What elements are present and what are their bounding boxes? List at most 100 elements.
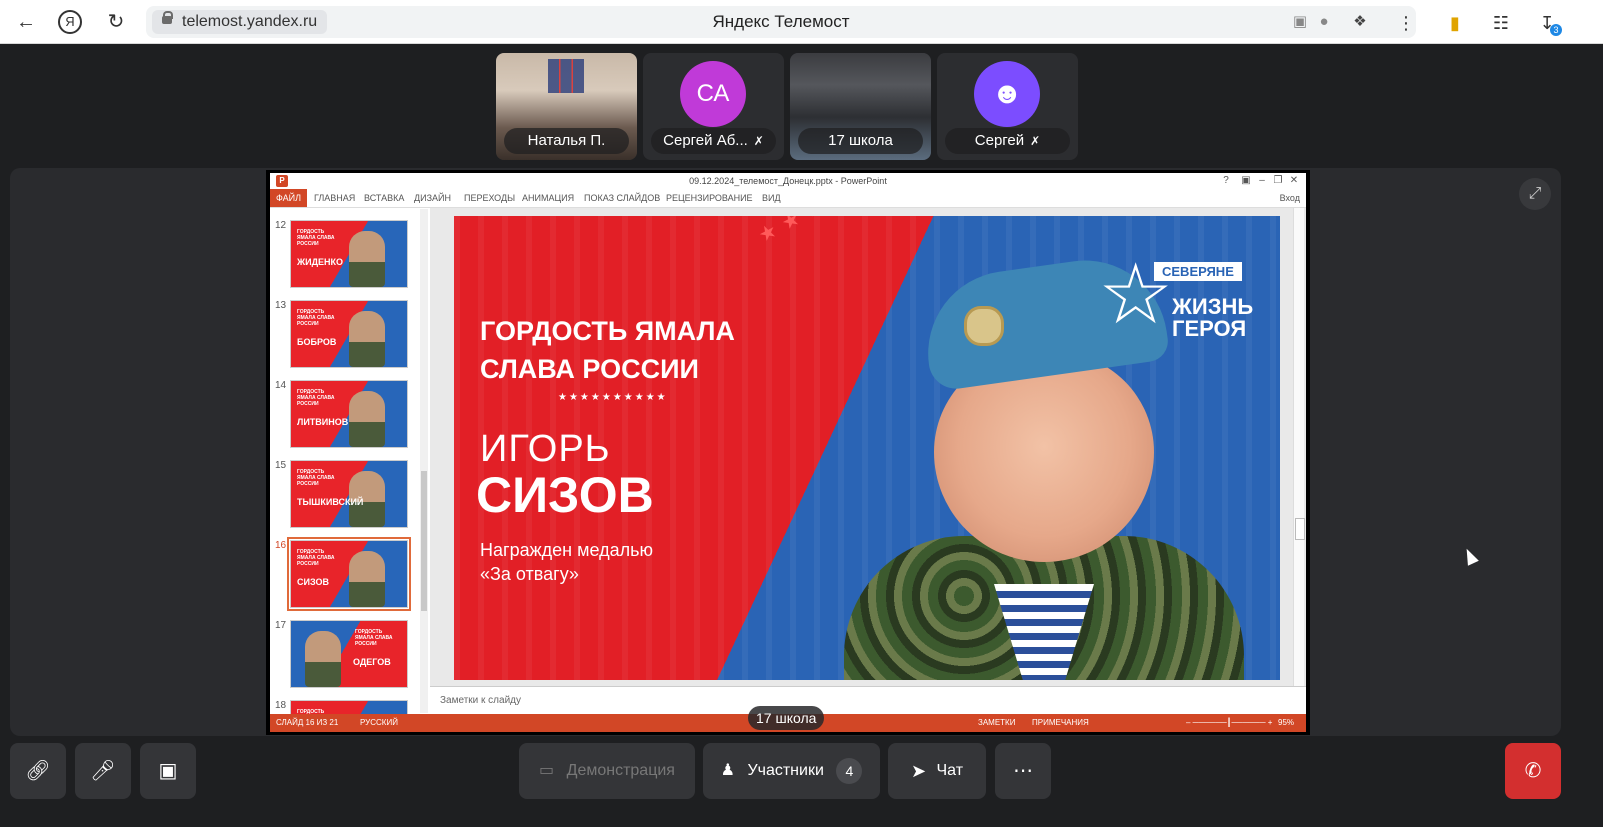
slide-thumbnail-selected: ГОРДОСТЬ ЯМАЛА СЛАВА РОССИИ СИЗОВ: [287, 537, 411, 611]
help-icon: ?: [1223, 175, 1229, 186]
battery-icon[interactable]: ▮: [1442, 10, 1468, 36]
participant-name: Сергей Аб...: [663, 132, 748, 149]
participants-icon: ♟: [720, 762, 735, 779]
fullscreen-icon[interactable]: ⤢: [1519, 178, 1551, 210]
award-line1: Награжден медалью: [480, 540, 653, 560]
participant-tile[interactable]: Наталья П.: [496, 53, 637, 160]
downloads-badge: 3: [1550, 24, 1562, 36]
thumb-name: БОБРОВ: [297, 337, 337, 347]
award-text: Награжден медалью «За отвагу»: [480, 538, 653, 586]
slide-counter: СЛАЙД 16 ИЗ 21: [276, 718, 339, 727]
slide-thumbnail: ГОРДОСТЬ ЯМАЛА СЛАВА РОССИИ ТЫШКИВСКИЙ: [290, 460, 408, 528]
menu-dots-icon[interactable]: ⋮: [1393, 10, 1419, 36]
participant-tile[interactable]: СА Сергей Аб... ✗: [643, 53, 784, 160]
microphone-icon: 🎤︎: [90, 760, 116, 782]
microphone-icon[interactable]: ●: [1314, 12, 1334, 32]
thumb-number: 12: [275, 220, 287, 231]
thumb-heading: ГОРДОСТЬ ЯМАЛА СЛАВА РОССИИ: [297, 309, 335, 327]
mic-off-icon: ✗: [1030, 134, 1041, 148]
slide-thumbnails-pane: 12 ГОРДОСТЬ ЯМАЛА СЛАВА РОССИИ ЖИДЕНКО 13…: [270, 208, 430, 714]
thumb-heading: ГОРДОСТЬ ЯМАЛА СЛАВА РОССИИ: [297, 549, 335, 567]
page-title: Яндекс Телемост: [712, 12, 850, 31]
screen-share-label: Демонстрация: [566, 762, 675, 779]
slide-heading-line2: СЛАВА РОССИИ: [480, 354, 699, 384]
slide-thumbnail: ГОРДОСТЬ ЯМАЛА СЛАВА РОССИИ ЛИТВИНОВ: [290, 380, 408, 448]
comments-toggle: ПРИМЕЧАНИЯ: [1032, 718, 1089, 727]
thumb-number: 16: [275, 540, 287, 551]
microphone-button[interactable]: 🎤︎: [75, 743, 131, 799]
thumb-heading: ГОРДОСТЬ ЯМАЛА СЛАВА РОССИИ: [297, 469, 335, 487]
participants-label: Участники: [747, 762, 824, 779]
slide-thumbnail: ГОРДОСТЬ ЯМАЛА СЛАВА РОССИИ ЖИДЕНКО: [290, 220, 408, 288]
ppt-ribbon-tabs: ФАЙЛ ГЛАВНАЯ ВСТАВКА ДИЗАЙН ПЕРЕХОДЫ АНИ…: [270, 189, 1306, 208]
send-icon: ➤: [910, 761, 927, 781]
thumb-name: СИЗОВ: [297, 577, 329, 587]
back-arrow-icon[interactable]: ←: [14, 10, 38, 34]
logo-line1: ЖИЗНЬ: [1172, 294, 1254, 319]
thumb-name: ОДЕГОВ: [353, 657, 391, 667]
address-bar[interactable]: telemost.yandex.ru Яндекс Телемост ▣ ● ❖: [146, 6, 1416, 38]
more-options-button[interactable]: ⋯: [995, 743, 1051, 799]
tab-review: РЕЦЕНЗИРОВАНИЕ: [666, 193, 753, 203]
screen-share-icon: ▭: [539, 762, 555, 779]
presenter-label: 17 школа: [748, 706, 825, 730]
participant-tile[interactable]: 17 школа: [790, 53, 931, 160]
avatar: СА: [680, 61, 746, 127]
reload-icon[interactable]: ↻: [104, 10, 128, 34]
thumb-number: 17: [275, 620, 287, 631]
thumb-portrait: [349, 231, 385, 287]
participant-name: 17 школа: [798, 128, 923, 154]
chat-label: Чат: [936, 762, 964, 779]
logo-zhizn-geroya: ЖИЗНЬ ГЕРОЯ: [1172, 296, 1253, 340]
tab-home: ГЛАВНАЯ: [314, 193, 356, 203]
url-pill[interactable]: telemost.yandex.ru: [152, 10, 328, 34]
participant-tile[interactable]: ☻ Сергей ✗: [937, 53, 1078, 160]
mic-off-icon: ✗: [753, 134, 764, 148]
slide-scrollbar: [1293, 208, 1305, 686]
thumb-number: 18: [275, 700, 287, 711]
hero-last-name: СИЗОВ: [476, 467, 654, 523]
tab-insert: ВСТАВКА: [364, 193, 405, 203]
thumb-heading: ГОРДОСТЬ ЯМАЛА СЛАВА РОССИИ: [355, 629, 393, 647]
camera-button[interactable]: ▣: [140, 743, 196, 799]
phone-hangup-icon: ✆: [1524, 760, 1542, 782]
restore-icon: ❐: [1273, 175, 1283, 186]
close-icon: ✕: [1289, 175, 1299, 186]
thumb-number: 15: [275, 460, 287, 471]
screen-share-button[interactable]: ▭ Демонстрация: [519, 743, 695, 799]
tab-design: ДИЗАЙН: [414, 193, 451, 203]
participant-name-bar: Сергей Аб... ✗: [651, 128, 776, 154]
tab-slideshow: ПОКАЗ СЛАЙДОВ: [584, 193, 661, 203]
ppt-window-title: 09.12.2024_телемост_Донецк.pptx - PowerP…: [689, 176, 887, 186]
thumb-name: ЖИДЕНКО: [297, 257, 344, 267]
scroll-knob: [1295, 518, 1305, 540]
slide-thumbnail: ГОРДОСТЬ ЯМАЛА СЛАВА РОССИИ: [290, 700, 408, 714]
copy-link-button[interactable]: 🔗︎: [10, 743, 66, 799]
thumb-name: ЛИТВИНОВ: [297, 417, 349, 427]
powerpoint-window: P 09.12.2024_телемост_Донецк.pptx - Powe…: [270, 173, 1306, 732]
link-icon: 🔗︎: [25, 760, 51, 782]
tab-animation: АНИМАЦИЯ: [522, 193, 575, 203]
chat-button[interactable]: ➤ Чат: [888, 743, 986, 799]
slide-heading: ГОРДОСТЬ ЯМАЛА СЛАВА РОССИИ: [480, 312, 735, 388]
extensions-icon[interactable]: ☷: [1488, 10, 1514, 36]
tab-view: ВИД: [762, 193, 781, 203]
participants-button[interactable]: ♟ Участники 4: [703, 743, 880, 799]
slide-heading-line1: ГОРДОСТЬ ЯМАЛА: [480, 316, 735, 346]
thumb-number: 13: [275, 300, 287, 311]
camera-icon[interactable]: ▣: [1290, 12, 1310, 32]
browser-toolbar: ← Я ↻ telemost.yandex.ru Яндекс Телемост…: [0, 0, 1603, 44]
current-slide: ★★★★★ ГОРДОСТЬ ЯМАЛА СЛАВА РОССИИ ★★★★★★…: [454, 216, 1280, 680]
downloads-icon[interactable]: ↧ 3: [1534, 10, 1562, 36]
tab-transitions: ПЕРЕХОДЫ: [464, 193, 516, 203]
bookmark-icon[interactable]: ❖: [1350, 12, 1370, 32]
thumb-portrait: [349, 311, 385, 367]
ribbon-options-icon: ▣: [1241, 175, 1251, 186]
ppt-titlebar: P 09.12.2024_телемост_Донецк.pptx - Powe…: [270, 173, 1306, 189]
participant-name: Наталья П.: [504, 128, 629, 154]
thumb-portrait: [349, 391, 385, 447]
hang-up-button[interactable]: ✆: [1505, 743, 1561, 799]
powerpoint-logo-icon: P: [276, 175, 288, 187]
yandex-logo-icon[interactable]: Я: [58, 10, 82, 34]
logo-severyane: СЕВЕРЯНЕ: [1154, 262, 1242, 281]
